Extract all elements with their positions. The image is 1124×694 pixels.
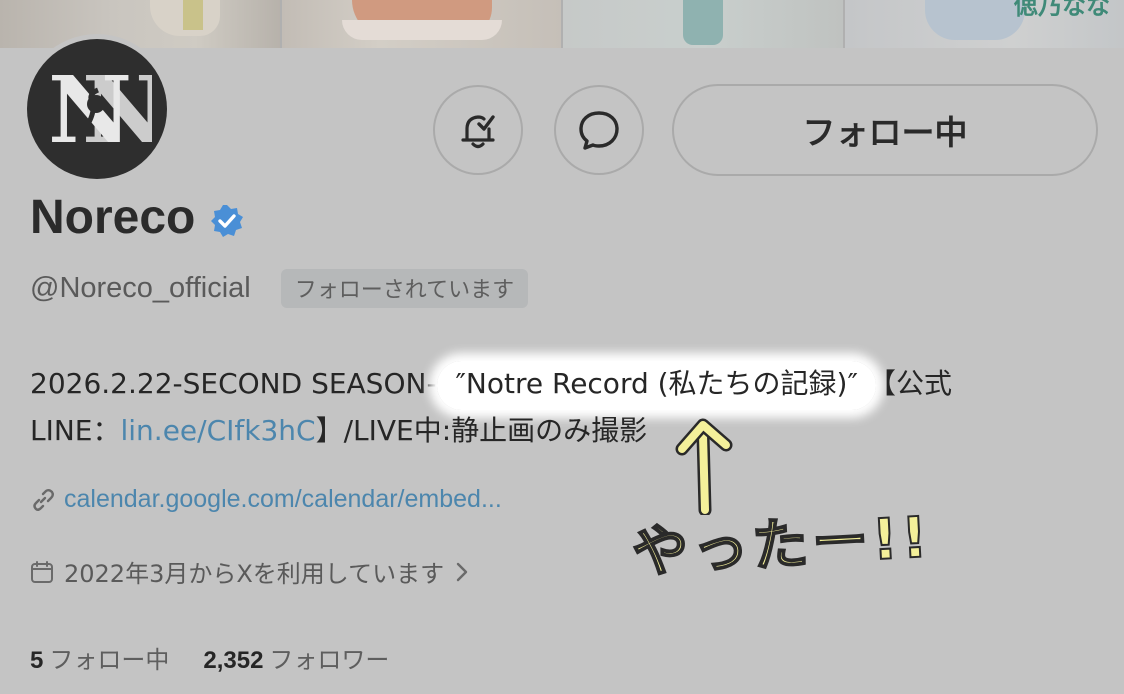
bio-text: 【公式 bbox=[867, 367, 952, 400]
verified-badge-icon[interactable] bbox=[209, 203, 245, 239]
followers-label: フォロワー bbox=[269, 646, 390, 674]
handle-row: @Noreco_official フォローされています bbox=[30, 269, 529, 308]
joined-text: 2022年3月からXを利用しています bbox=[64, 560, 445, 588]
banner-overlay-text: 偲乃なな bbox=[1014, 0, 1110, 20]
display-name: Noreco bbox=[30, 191, 196, 244]
message-button[interactable] bbox=[554, 85, 644, 175]
following-stat[interactable]: 5 フォロー中 bbox=[30, 640, 169, 675]
notification-button[interactable] bbox=[433, 85, 523, 175]
bio-line-2: LINE：lin.ee/CIfk3hC】/LIVE中:静止画のみ撮影 bbox=[30, 407, 1100, 454]
following-count: 5 bbox=[30, 647, 44, 674]
handle: @Noreco_official bbox=[30, 272, 251, 304]
noreco-logo-icon: N N bbox=[27, 39, 167, 179]
bio: 2026.2.22-SECOND SEASON- ″Notre Record (… bbox=[30, 360, 1100, 454]
chat-bubble-icon bbox=[579, 111, 619, 150]
bell-check-icon bbox=[461, 115, 495, 149]
website-row[interactable]: calendar.google.com/calendar/embed... bbox=[30, 485, 502, 514]
display-name-row: Noreco bbox=[30, 190, 245, 245]
follows-you-badge: フォローされています bbox=[280, 269, 529, 308]
banner-photo-4: 偲乃なな bbox=[844, 0, 1124, 48]
bio-text: 2026.2.22-SECOND SEASON- bbox=[30, 367, 446, 400]
stats-row: 5 フォロー中 2,352 フォロワー bbox=[30, 640, 423, 675]
followers-stat[interactable]: 2,352 フォロワー bbox=[203, 640, 389, 675]
banner-photo-1 bbox=[0, 0, 280, 48]
joined-row[interactable]: 2022年3月からXを利用しています bbox=[30, 554, 470, 589]
line-link[interactable]: lin.ee/CIfk3hC bbox=[121, 414, 316, 447]
followers-count: 2,352 bbox=[203, 647, 264, 674]
bio-text: LINE： bbox=[30, 414, 121, 447]
bio-text: 】/LIVE中:静止画のみ撮影 bbox=[315, 414, 648, 447]
following-label: フォロー中 bbox=[49, 646, 170, 674]
handwritten-annotation: やったー!! bbox=[630, 504, 934, 587]
website-link[interactable]: calendar.google.com/calendar/embed... bbox=[64, 485, 502, 514]
banner-photo-3 bbox=[563, 0, 843, 48]
up-arrow-doodle-icon bbox=[675, 418, 733, 515]
chevron-right-icon bbox=[456, 562, 468, 581]
following-button[interactable]: フォロー中 bbox=[672, 84, 1098, 176]
header-banner[interactable]: 偲乃なな bbox=[0, 0, 1124, 48]
bio-line-1: 2026.2.22-SECOND SEASON- ″Notre Record (… bbox=[30, 360, 1100, 410]
avatar[interactable]: N N bbox=[22, 34, 172, 184]
calendar-icon bbox=[31, 560, 53, 583]
bio-highlight: ″Notre Record (私たちの記録)″ bbox=[437, 361, 876, 410]
link-icon bbox=[33, 488, 54, 511]
banner-photo-2 bbox=[281, 0, 561, 48]
